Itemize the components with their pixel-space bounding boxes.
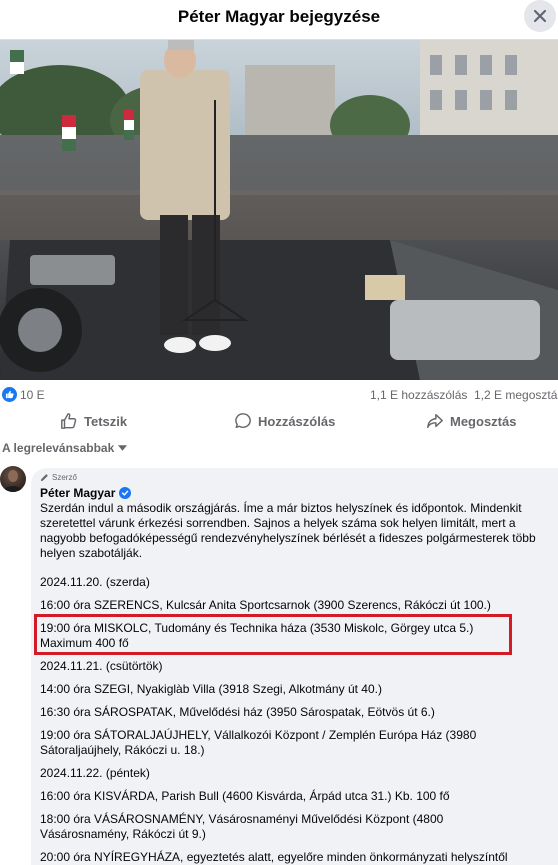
dialog-header: Péter Magyar bejegyzése — [0, 0, 558, 40]
schedule-event: 20:00 óra NYÍREGYHÁZA, egyeztetés alatt,… — [40, 850, 508, 864]
close-icon — [533, 9, 547, 23]
close-button[interactable] — [524, 0, 556, 32]
thumbs-up-icon — [61, 413, 77, 429]
pencil-icon — [40, 474, 48, 482]
schedule-event: 14:00 óra SZEGI, Nyakiglàb Villa (3918 S… — [40, 682, 382, 696]
comment-button-label: Hozzászólás — [258, 413, 336, 429]
chevron-down-icon — [118, 445, 128, 451]
rally-photo-image — [0, 40, 558, 380]
dialog-title: Péter Magyar bejegyzése — [177, 7, 381, 26]
like-button[interactable]: Tetszik — [60, 410, 127, 432]
share-button[interactable]: Megosztás — [426, 410, 516, 432]
schedule-event: 16:00 óra KISVÁRDA, Parish Bull (4600 Ki… — [40, 789, 450, 803]
avatar[interactable] — [0, 466, 26, 492]
like-button-label: Tetszik — [84, 413, 128, 429]
avatar-image — [3, 470, 23, 492]
schedule-date: 2024.11.22. (péntek) — [40, 766, 150, 780]
comment-intro-text: Szerdán indul a második országjárás. Íme… — [40, 501, 536, 560]
like-count[interactable]: 10 E — [20, 388, 45, 402]
comment-button[interactable]: Hozzászólás — [234, 410, 335, 432]
comment-bubble: Szerző Péter Magyar Szerdán indul a máso… — [31, 468, 558, 865]
schedule-event-cont: Sátoraljaújhely, Rákóczi u. 18.) — [40, 743, 205, 757]
schedule-event-cont: Vásárosnamény, Rákóczi út 9.) — [40, 827, 206, 841]
schedule-event: 18:00 óra VÁSÁROSNAMÉNY, Vásárosnaményi … — [40, 812, 444, 826]
post-stats: 10 E 1,1 E hozzászólás 1,2 E megosztás — [0, 384, 558, 406]
post-actions: Tetszik Hozzászólás Megosztás — [0, 404, 558, 438]
share-button-label: Megosztás — [450, 413, 517, 429]
verified-badge-icon — [119, 487, 132, 499]
schedule-event: 19:00 óra SÁTORALJAÚJHELY, Vállalkozói K… — [40, 728, 477, 742]
comment-bubble-icon — [235, 413, 251, 429]
comment-author[interactable]: Péter Magyar — [40, 486, 132, 500]
like-reaction-icon — [2, 387, 17, 402]
share-arrow-icon — [427, 413, 443, 429]
post-photo[interactable] — [0, 40, 558, 380]
comment-count[interactable]: 1,1 E hozzászólás — [370, 388, 467, 402]
schedule-date: 2024.11.20. (szerda) — [40, 575, 150, 589]
schedule-date: 2024.11.21. (csütörtök) — [40, 659, 163, 673]
schedule-event: 16:00 óra SZERENCS, Kulcsár Anita Sportc… — [40, 598, 491, 612]
share-count[interactable]: 1,2 E megosztás — [474, 388, 558, 402]
sort-label: A legrelevánsabbak — [2, 441, 115, 455]
highlight-box — [34, 614, 512, 655]
comment-sort-dropdown[interactable]: A legrelevánsabbak — [2, 441, 128, 455]
comment-author-name[interactable]: Péter Magyar — [40, 486, 115, 500]
author-badge: Szerző — [40, 473, 77, 482]
author-badge-label: Szerző — [52, 473, 77, 482]
schedule-event: 16:30 óra SÁROSPATAK, Művelődési ház (39… — [40, 705, 435, 719]
